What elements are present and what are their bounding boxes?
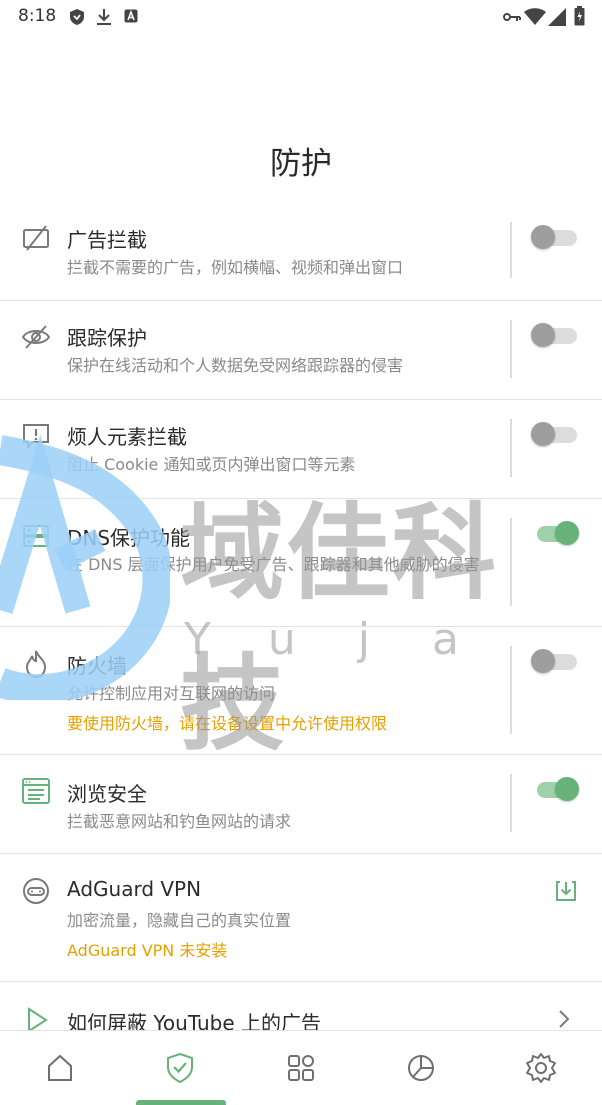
statistics-pie-icon[interactable]: [404, 1051, 438, 1085]
protection-shield-icon[interactable]: [163, 1051, 197, 1085]
divider: [510, 419, 512, 477]
vpn-key-icon: [503, 13, 521, 21]
browsing-security-description: 拦截恶意网站和钓鱼网站的请求: [67, 812, 292, 831]
chevron-right-icon: [559, 1010, 570, 1028]
dns-protection-title: DNS保护功能: [67, 526, 191, 550]
adguard-vpn-description: 加密流量，隐藏自己的真实位置: [67, 911, 292, 930]
browsing-security-title: 浏览安全: [67, 782, 147, 806]
divider: [510, 320, 512, 378]
firewall-title: 防火墙: [67, 654, 127, 678]
browsing-security-row[interactable]: 浏览安全 拦截恶意网站和钓鱼网站的请求: [0, 756, 602, 854]
apps-grid-icon[interactable]: [284, 1051, 318, 1085]
tracking-protection-description: 保护在线活动和个人数据免受网络跟踪器的侵害: [67, 356, 404, 375]
dns-server-icon: [23, 525, 49, 547]
firewall-toggle[interactable]: [531, 649, 577, 673]
home-icon[interactable]: [43, 1051, 77, 1085]
battery-icon: [574, 6, 585, 26]
ad-blocking-icon: [23, 225, 49, 251]
active-tab-indicator: [136, 1100, 226, 1105]
firewall-row[interactable]: 防火墙 允许控制应用对互联网的访问 要使用防火墙，请在设备设置中允许使用权限: [0, 628, 602, 755]
status-bar: 8:18: [0, 0, 602, 34]
status-time: 8:18: [18, 6, 57, 26]
dns-protection-toggle[interactable]: [531, 521, 579, 545]
dns-protection-row[interactable]: DNS保护功能 在 DNS 层面保护用户免受广告、跟踪器和其他威胁的侵害: [0, 500, 602, 627]
alert-message-icon: [23, 424, 49, 450]
download-icon[interactable]: [554, 879, 578, 903]
eye-crossed-icon: [21, 325, 51, 349]
annoyance-blocking-description: 阻止 Cookie 通知或页内弹出窗口等元素: [67, 455, 356, 474]
adguard-vpn-title: AdGuard VPN: [67, 877, 202, 901]
tracking-protection-row[interactable]: 跟踪保护 保护在线活动和个人数据免受网络跟踪器的侵害: [0, 302, 602, 400]
firewall-warning[interactable]: 要使用防火墙，请在设备设置中允许使用权限: [67, 710, 387, 734]
tracking-protection-title: 跟踪保护: [67, 326, 147, 350]
divider: [510, 646, 512, 734]
adguard-vpn-row[interactable]: AdGuard VPN 加密流量，隐藏自己的真实位置 AdGuard VPN 未…: [0, 855, 602, 982]
firewall-description: 允许控制应用对互联网的访问: [67, 684, 276, 703]
fire-icon: [25, 650, 47, 679]
ad-blocking-row[interactable]: 广告拦截 拦截不需要的广告，例如横幅、视频和弹出窗口: [0, 204, 602, 301]
adguard-vpn-warning: AdGuard VPN 未安装: [67, 941, 228, 960]
browser-list-icon: [22, 778, 50, 804]
divider: [510, 222, 512, 278]
page-title: 防护: [270, 146, 332, 182]
vpn-robot-icon: [23, 878, 49, 904]
wifi-icon: [524, 8, 546, 25]
youtube-ads-row[interactable]: 如何屏蔽 YouTube 上的广告: [0, 983, 602, 1035]
divider: [510, 774, 512, 832]
ad-blocking-title: 广告拦截: [67, 228, 147, 252]
settings-gear-icon[interactable]: [524, 1051, 558, 1085]
dns-protection-description: 在 DNS 层面保护用户免受广告、跟踪器和其他威胁的侵害: [67, 555, 480, 574]
browsing-security-toggle[interactable]: [531, 777, 579, 801]
bottom-navigation: [0, 1030, 602, 1105]
ad-blocking-toggle[interactable]: [531, 225, 577, 249]
download-status-icon: [97, 9, 111, 25]
ad-blocking-description: 拦截不需要的广告，例如横幅、视频和弹出窗口: [67, 258, 404, 277]
tracking-protection-toggle[interactable]: [531, 323, 577, 347]
annoyance-blocking-row[interactable]: 烦人元素拦截 阻止 Cookie 通知或页内弹出窗口等元素: [0, 401, 602, 499]
signal-icon: [548, 8, 566, 26]
a-status-icon: [124, 9, 138, 23]
divider: [510, 518, 512, 606]
annoyance-blocking-toggle[interactable]: [531, 422, 577, 446]
shield-status-icon: [70, 9, 84, 25]
annoyance-blocking-title: 烦人元素拦截: [67, 425, 187, 449]
